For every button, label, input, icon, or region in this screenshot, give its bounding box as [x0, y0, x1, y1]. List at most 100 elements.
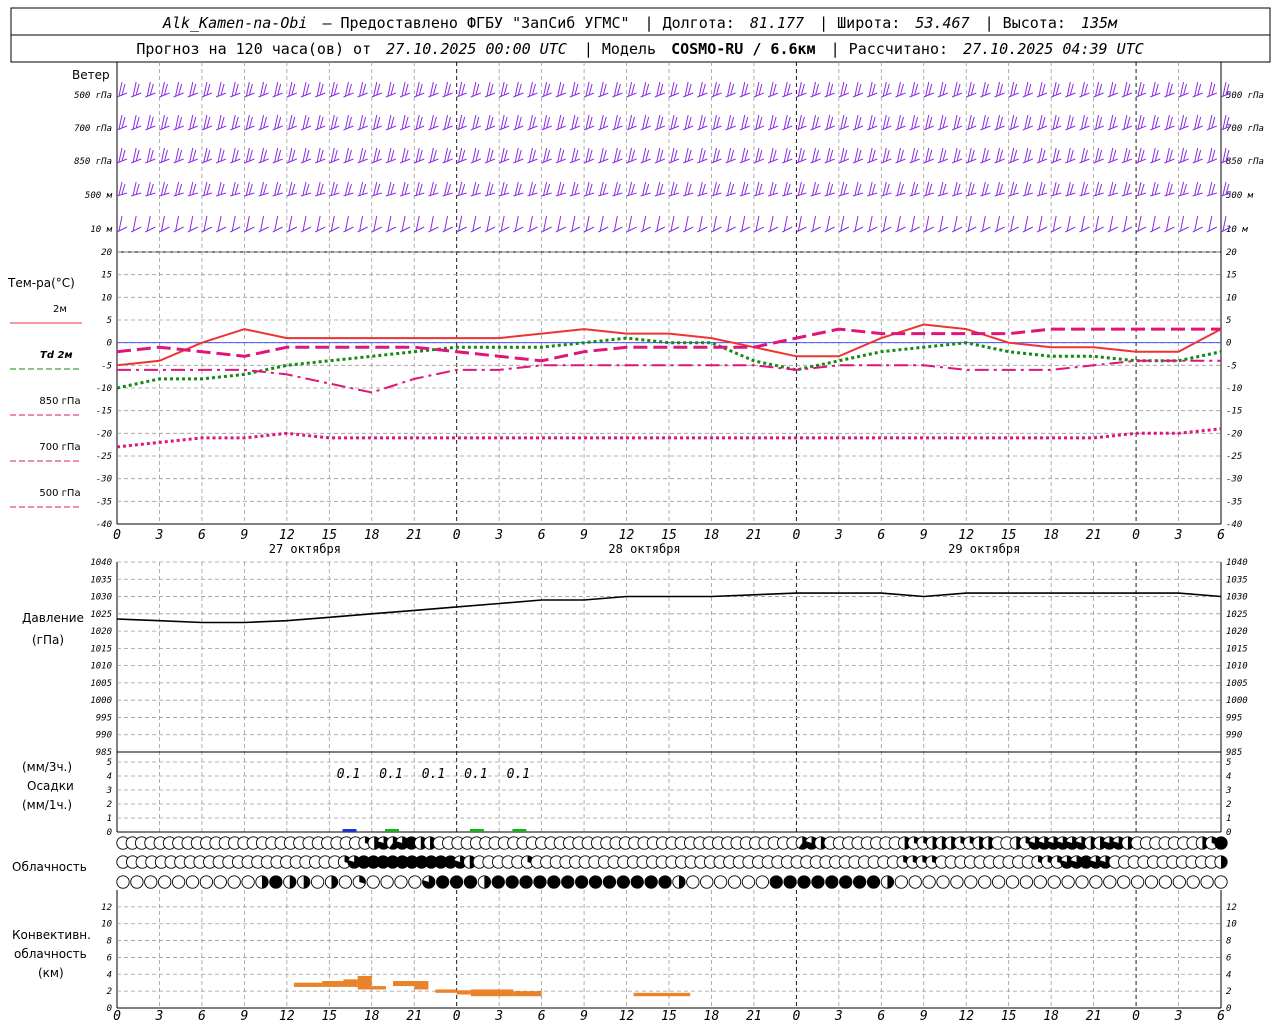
wind-barb-feather [588, 183, 593, 195]
legend-label: Td 2м [40, 350, 73, 361]
wind-barb-feather [769, 181, 774, 196]
wind-barb-feather [1126, 83, 1131, 96]
wind-barb [498, 81, 510, 98]
cloud-symbol [978, 875, 992, 889]
cloud-circle [1186, 875, 1200, 889]
wind-barb-feather [203, 147, 208, 163]
x-tick-label-bottom: 3 [155, 1009, 164, 1024]
wind-barb-feather [656, 81, 661, 97]
wind-barb [951, 181, 963, 197]
cloud-symbol [1005, 875, 1020, 889]
wind-barb-feather [277, 116, 282, 129]
wind-barb [215, 114, 227, 131]
wind-barb [569, 114, 581, 131]
wind-barb-feather [843, 83, 848, 96]
wind-barb-feather [344, 147, 349, 163]
wind-barb-feather [701, 116, 706, 129]
wind-barb [881, 215, 892, 233]
cloud-fill-part [678, 875, 686, 889]
wind-barb-feather [319, 116, 324, 129]
cloud-fill-part [331, 875, 338, 889]
wind-barb [866, 81, 878, 98]
conv-unit: (км) [38, 966, 64, 980]
wind-barb [1164, 147, 1175, 164]
wind-barb-feather [815, 116, 820, 129]
precip-tick-right: 2 [1226, 800, 1231, 810]
x-tick-label: 18 [704, 528, 720, 543]
wind-barb-feather [178, 116, 183, 129]
wind-barb-feather [458, 114, 463, 130]
conv-tick-right: 2 [1226, 987, 1231, 997]
wind-level-label-right: 10 м [1226, 225, 1248, 235]
wind-barb [300, 81, 312, 98]
wind-barb [329, 114, 340, 131]
wind-barb-feather [418, 83, 423, 96]
wind-barb-feather [574, 149, 579, 162]
wind-barb-feather [645, 116, 650, 129]
wind-barb [895, 147, 906, 164]
wind-barb [1093, 81, 1104, 98]
wind-barb-feather [175, 181, 180, 196]
wind-barb [456, 81, 467, 98]
wind-barb-feather [574, 116, 579, 129]
wind-barb-feather [1098, 183, 1103, 195]
wind-barb [428, 81, 439, 98]
wind-barb-shaft [442, 226, 453, 233]
wind-barb [966, 181, 977, 197]
wind-barb-feather [939, 181, 944, 196]
wind-barb-feather [981, 114, 986, 130]
cloud-circle [1047, 875, 1061, 889]
wind-barb-feather [447, 183, 452, 195]
wind-barb-feather [687, 116, 692, 129]
temp-tick-right: 15 [1226, 271, 1237, 281]
forecast-start: 27.10.2025 00:00 UTC [386, 40, 567, 58]
wind-barb [272, 81, 283, 98]
calc-label: | Рассчитано: [831, 40, 948, 58]
wind-barb-feather [175, 147, 180, 163]
wind-barb-feather [178, 83, 183, 96]
wind-barb [173, 81, 184, 98]
cloud-symbol [964, 875, 978, 889]
cloud-fill-full [839, 875, 852, 889]
wind-barb-feather [730, 83, 735, 96]
cloud-symbol [852, 875, 867, 889]
cloud-circle [310, 875, 325, 889]
cloud-symbol [324, 875, 339, 889]
wind-barb-feather [701, 183, 706, 195]
wind-barb-feather [727, 114, 732, 130]
wind-barb-feather [1109, 81, 1114, 97]
cloud-symbol [269, 875, 283, 889]
wind-barb [1206, 147, 1218, 164]
wind-barb-feather [444, 81, 449, 97]
wind-barb-feather [118, 215, 123, 232]
x-tick-label: 6 [1217, 528, 1225, 543]
wind-barb [116, 181, 128, 197]
wind-barb-feather [291, 149, 296, 162]
temp-tick-left: -30 [96, 475, 112, 485]
wind-barb-feather [461, 183, 466, 195]
x-tick-label-bottom: 12 [619, 1009, 635, 1024]
wind-barb-feather [231, 181, 236, 196]
wind-barb [131, 181, 142, 197]
wind-barb-feather [316, 215, 321, 232]
wind-barb [1079, 81, 1090, 98]
wind-barb [881, 147, 892, 164]
wind-barb-shaft [498, 226, 510, 233]
wind-barb-feather [503, 149, 508, 162]
wind-barb-shaft [428, 226, 439, 233]
x-tick-label: 15 [661, 528, 677, 543]
wind-barb [513, 181, 524, 197]
wind-barb [810, 114, 821, 131]
wind-barb-feather [925, 215, 930, 232]
wind-barb [937, 215, 949, 233]
wind-barb-feather [673, 183, 678, 195]
wind-barb-feather [882, 114, 887, 130]
conv-cloud-bar [633, 992, 691, 997]
pressure-tick-left: 1040 [90, 558, 112, 568]
wind-barb-feather [984, 116, 989, 129]
wind-barb [385, 114, 397, 131]
day-label: 28 октября [608, 542, 680, 556]
cloud-symbol [908, 875, 922, 889]
wind-barb [414, 215, 425, 233]
cloud-symbol [158, 875, 172, 889]
